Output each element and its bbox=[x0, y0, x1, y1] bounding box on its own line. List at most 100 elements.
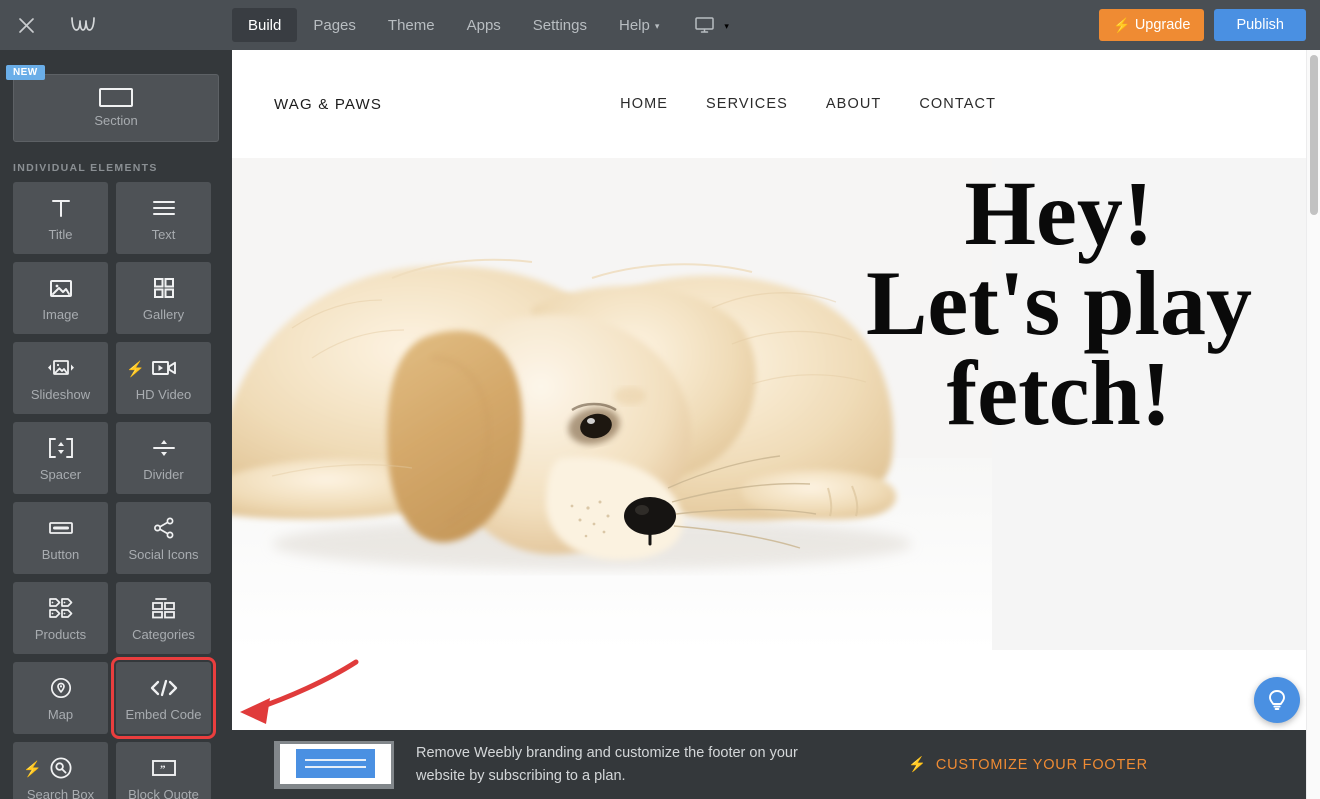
products-tags-icon bbox=[48, 595, 74, 621]
hero-line-3: fetch! bbox=[946, 342, 1172, 445]
publish-button[interactable]: Publish bbox=[1214, 9, 1306, 41]
chevron-down-icon: ▾ bbox=[654, 20, 660, 31]
weebly-branding-banner: Remove Weebly branding and customize the… bbox=[232, 730, 1320, 799]
tab-apps[interactable]: Apps bbox=[451, 8, 517, 42]
canvas-scrollbar-track[interactable] bbox=[1306, 50, 1320, 799]
sidebar-item-map-label: Map bbox=[47, 706, 74, 722]
section-rect-icon bbox=[99, 88, 133, 107]
sidebar-item-text-label: Text bbox=[151, 226, 176, 242]
site-brand[interactable]: WAG & PAWS bbox=[274, 96, 382, 113]
hero-line-1: Hey! bbox=[964, 162, 1154, 264]
tab-pages-label: Pages bbox=[313, 16, 356, 34]
share-nodes-icon bbox=[153, 515, 175, 541]
sidebar-item-hd-video-label: HD Video bbox=[135, 386, 192, 402]
monitor-icon bbox=[695, 17, 715, 33]
help-lightbulb-button[interactable] bbox=[1254, 677, 1300, 723]
tab-theme-label: Theme bbox=[387, 16, 435, 34]
upgrade-button-label: Upgrade bbox=[1134, 17, 1191, 33]
bolt-icon: ⚡ bbox=[908, 757, 927, 773]
sidebar-item-text[interactable]: Text bbox=[116, 182, 211, 254]
tab-theme[interactable]: Theme bbox=[372, 8, 451, 42]
sidebar-item-image[interactable]: Image bbox=[13, 262, 108, 334]
close-icon[interactable] bbox=[0, 0, 52, 50]
site-preview-canvas: WAG & PAWS HOME SERVICES ABOUT CONTACT H… bbox=[232, 50, 1320, 799]
editor-top-bar: Build Pages Theme Apps Settings Help ▾ ▾… bbox=[0, 0, 1320, 50]
sidebar-item-gallery[interactable]: Gallery bbox=[116, 262, 211, 334]
svg-text:”: ” bbox=[160, 763, 166, 775]
tab-build-label: Build bbox=[248, 16, 282, 34]
sidebar-item-social-icons-label: Social Icons bbox=[128, 546, 199, 562]
site-nav-about[interactable]: ABOUT bbox=[826, 96, 881, 112]
video-camera-icon bbox=[150, 355, 178, 381]
tab-help[interactable]: Help ▾ bbox=[603, 8, 675, 42]
sidebar-item-section-label: Section bbox=[94, 113, 138, 128]
title-icon bbox=[50, 195, 72, 221]
sidebar-item-search-box-label: Search Box bbox=[26, 786, 95, 799]
weebly-editor-window: Build Pages Theme Apps Settings Help ▾ ▾… bbox=[0, 0, 1320, 799]
site-nav-home[interactable]: HOME bbox=[620, 96, 668, 112]
site-nav-services[interactable]: SERVICES bbox=[706, 96, 788, 112]
tab-pages[interactable]: Pages bbox=[297, 8, 372, 42]
code-brackets-icon bbox=[149, 675, 179, 701]
sidebar-item-divider[interactable]: Divider bbox=[116, 422, 211, 494]
tab-help-label: Help bbox=[619, 16, 650, 34]
search-circle-icon bbox=[48, 755, 74, 781]
canvas-scrollbar-thumb[interactable] bbox=[1310, 55, 1318, 215]
lightbulb-icon bbox=[1269, 690, 1285, 710]
sidebar-item-title-label: Title bbox=[48, 226, 73, 242]
upgrade-button[interactable]: ⚡ Upgrade bbox=[1099, 9, 1205, 41]
site-nav-contact[interactable]: CONTACT bbox=[919, 96, 996, 112]
sidebar-item-gallery-label: Gallery bbox=[142, 306, 185, 322]
sidebar-item-slideshow[interactable]: Slideshow bbox=[13, 342, 108, 414]
banner-message: Remove Weebly branding and customize the… bbox=[416, 745, 798, 784]
sidebar-item-block-quote-label: Block Quote bbox=[128, 786, 199, 799]
sidebar-item-block-quote[interactable]: ” Block Quote bbox=[116, 742, 211, 799]
chevron-down-icon: ▾ bbox=[724, 20, 729, 31]
customize-footer-label: CUSTOMIZE YOUR FOOTER bbox=[935, 756, 1148, 773]
map-pin-icon bbox=[49, 675, 73, 701]
sidebar-item-embed-code[interactable]: Embed Code bbox=[111, 657, 216, 739]
weebly-logo-icon[interactable] bbox=[52, 0, 114, 50]
text-lines-icon bbox=[152, 195, 176, 221]
site-header: WAG & PAWS HOME SERVICES ABOUT CONTACT bbox=[232, 50, 1320, 158]
tab-settings-label: Settings bbox=[532, 16, 587, 34]
slideshow-icon bbox=[47, 355, 75, 381]
sidebar-item-search-box[interactable]: ⚡ Search Box bbox=[13, 742, 108, 799]
editor-main-tabs: Build Pages Theme Apps Settings Help ▾ ▾ bbox=[232, 0, 739, 50]
bolt-icon: ⚡ bbox=[1113, 17, 1131, 33]
blockquote-icon: ” bbox=[150, 755, 178, 781]
hero-headline[interactable]: Hey! Let's play fetch! bbox=[844, 162, 1274, 445]
topbar-actions: ⚡ Upgrade Publish bbox=[1099, 9, 1306, 41]
bolt-icon: ⚡ bbox=[126, 361, 145, 378]
sidebar-item-social-icons[interactable]: Social Icons bbox=[116, 502, 211, 574]
bolt-icon: ⚡ bbox=[23, 761, 42, 778]
status-badge: NEW bbox=[6, 65, 45, 80]
sidebar-item-products[interactable]: Products bbox=[13, 582, 108, 654]
sidebar-item-categories[interactable]: Categories bbox=[116, 582, 211, 654]
device-preview-selector[interactable]: ▾ bbox=[681, 8, 739, 42]
element-tiles-grid: Title Text Image Gallery Slideshow ⚡ HD … bbox=[0, 182, 232, 799]
sidebar-item-hd-video[interactable]: ⚡ HD Video bbox=[116, 342, 211, 414]
tab-build[interactable]: Build bbox=[232, 8, 298, 42]
sidebar-item-button-label: Button bbox=[41, 546, 80, 562]
sidebar-item-divider-label: Divider bbox=[143, 466, 184, 482]
divider-icon bbox=[151, 435, 177, 461]
website-preview-thumbnail bbox=[274, 740, 394, 789]
hero-line-2: Let's play bbox=[866, 252, 1252, 355]
spacer-icon bbox=[48, 435, 74, 461]
sidebar-item-section[interactable]: NEW Section bbox=[6, 65, 219, 142]
sidebar-item-spacer[interactable]: Spacer bbox=[13, 422, 108, 494]
customize-footer-link[interactable]: ⚡ CUSTOMIZE YOUR FOOTER bbox=[908, 756, 1148, 774]
sidebar-item-title[interactable]: Title bbox=[13, 182, 108, 254]
gallery-grid-icon bbox=[153, 275, 175, 301]
sidebar-item-button[interactable]: Button bbox=[13, 502, 108, 574]
sidebar-item-products-label: Products bbox=[34, 626, 87, 642]
canvas-white-strip bbox=[232, 650, 1320, 718]
hero-section[interactable]: Hey! Let's play fetch! bbox=[232, 158, 1320, 650]
sidebar-group-title: INDIVIDUAL ELEMENTS bbox=[13, 162, 158, 174]
tab-settings[interactable]: Settings bbox=[517, 8, 603, 42]
tab-apps-label: Apps bbox=[466, 16, 501, 34]
categories-icon bbox=[151, 595, 177, 621]
image-icon bbox=[49, 275, 73, 301]
sidebar-item-map[interactable]: Map bbox=[13, 662, 108, 734]
